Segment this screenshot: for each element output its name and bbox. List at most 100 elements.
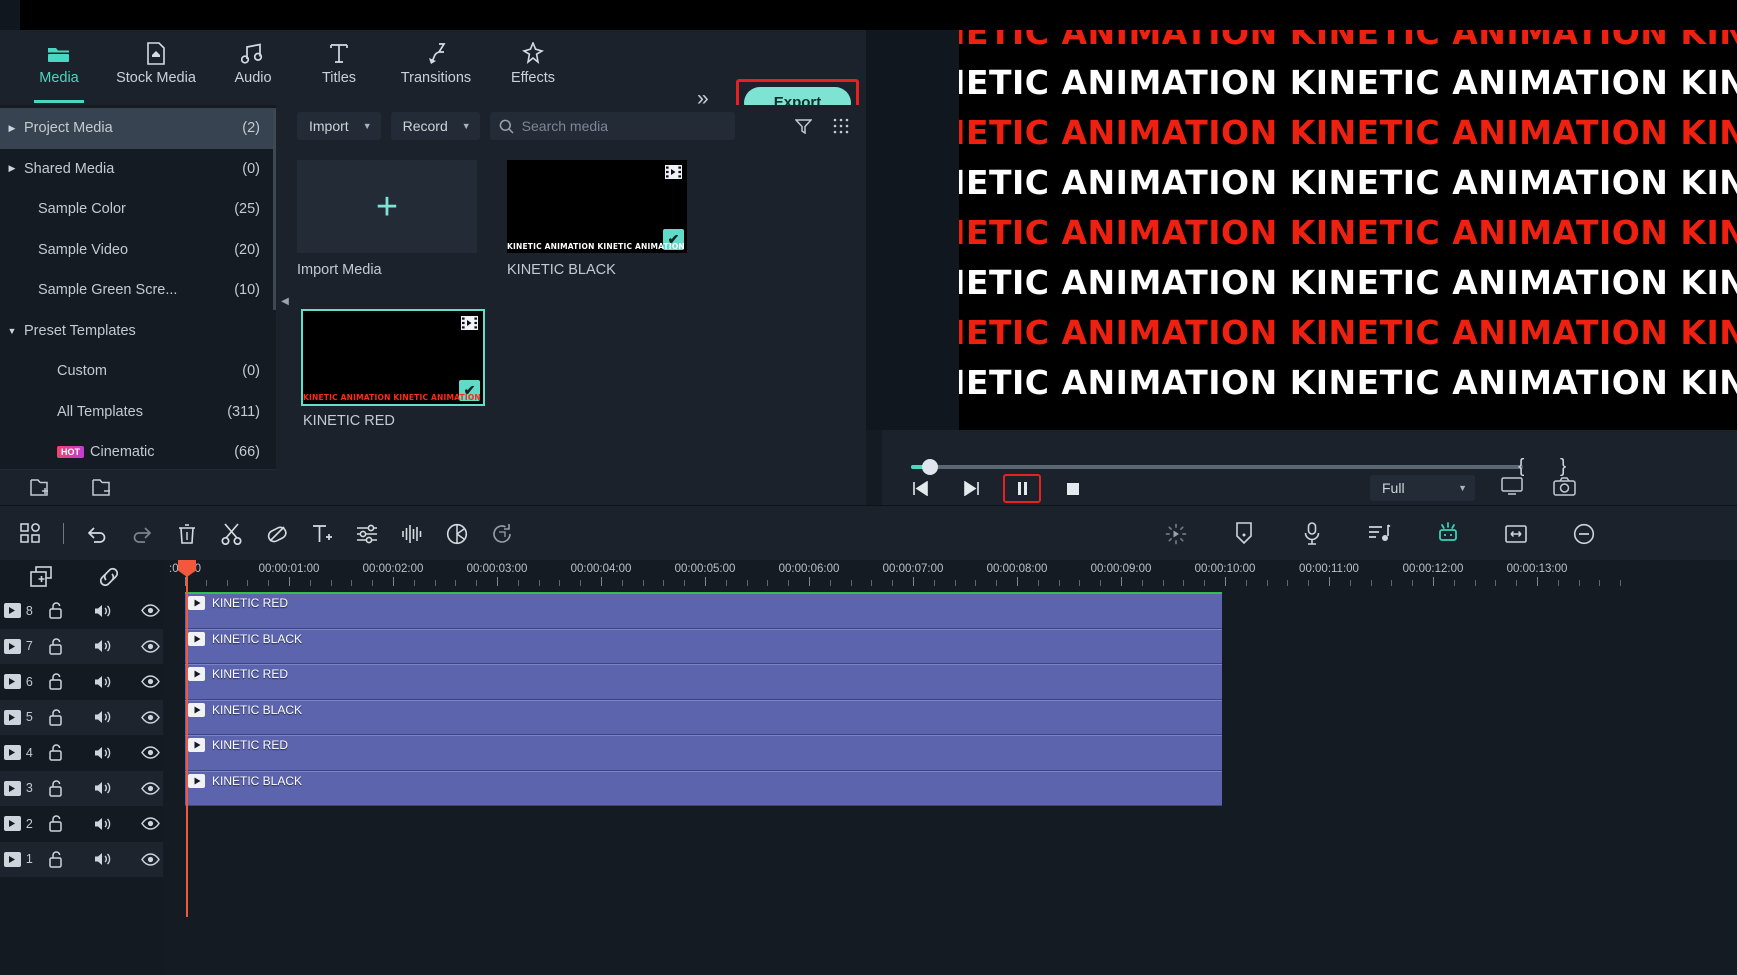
speaker-icon[interactable] [90,603,116,619]
timeline-ruler[interactable]: :00:0000:00:01:0000:00:02:0000:00:03:000… [163,560,1737,593]
marker-icon[interactable] [1223,513,1264,554]
track-lane[interactable]: KINETIC BLACK [163,628,1737,664]
collapse-panel-handle[interactable]: ◀ [279,288,291,314]
timeline-clip[interactable]: KINETIC BLACK [185,770,1222,806]
timeline-clip[interactable]: KINETIC BLACK [185,699,1222,735]
unlock-icon[interactable] [43,602,69,619]
next-frame-icon[interactable] [953,476,989,502]
pause-button[interactable] [1003,474,1041,503]
track-lane[interactable]: KINETIC BLACK [163,699,1737,735]
speaker-icon[interactable] [90,709,116,725]
grid-view-icon[interactable] [827,112,855,140]
sidebar-item-sample-video[interactable]: ▶Sample Video(20) [0,230,276,271]
search-media-input[interactable]: Search media [489,112,735,140]
audio-list-icon[interactable] [1359,513,1400,554]
nav-tab-audio[interactable]: Audio [210,30,296,100]
split-scissors-icon[interactable] [211,513,252,554]
audio-waveform-icon[interactable] [391,513,432,554]
track-lane[interactable] [163,806,1737,842]
speaker-icon[interactable] [90,851,116,867]
unlock-icon[interactable] [43,673,69,690]
new-folder-icon[interactable] [30,478,52,497]
auto-beat-sync-icon[interactable] [1427,513,1468,554]
sidebar-item-cinematic[interactable]: ▶HOTCinematic(66) [0,432,276,473]
redo-icon[interactable] [121,513,162,554]
voiceover-mic-icon[interactable] [1291,513,1332,554]
sidebar-item-custom[interactable]: ▶Custom(0) [0,351,276,392]
adjust-sliders-icon[interactable] [346,513,387,554]
timeline-clip[interactable]: KINETIC BLACK [185,628,1222,664]
speaker-icon[interactable] [90,674,116,690]
record-dropdown[interactable]: Record ▼ [390,112,480,140]
speed-ramp-icon[interactable] [481,513,522,554]
eye-icon[interactable] [137,746,163,760]
track-lane[interactable]: KINETIC BLACK [163,770,1737,806]
media-thumbnail[interactable]: ✔ KINETIC ANIMATION KINETIC ANIMATION [507,160,687,253]
template-grid-icon[interactable] [10,513,51,554]
sidebar-item-sample-green-scre[interactable]: ▶Sample Green Scre...(10) [0,270,276,311]
eye-icon[interactable] [137,675,163,689]
stop-button[interactable] [1055,476,1091,502]
zoom-out-icon[interactable] [1563,513,1604,554]
unlock-icon[interactable] [43,779,69,797]
sidebar-item-preset-templates[interactable]: ▼ Preset Templates [0,311,276,352]
add-text-icon[interactable] [301,513,342,554]
media-library-sidebar: ▶Project Media(2)▶Shared Media(0)▶Sample… [0,105,276,505]
track-lane[interactable]: KINETIC RED [163,735,1737,771]
eye-icon[interactable] [137,817,163,831]
resolution-dropdown[interactable]: Full ▼ [1370,475,1475,501]
preview-canvas[interactable]: KINETIC ANIMATION KINETIC ANIMATION KINE… [959,30,1737,430]
playback-progress-bar[interactable] [891,459,1737,475]
eye-icon[interactable] [137,781,163,795]
eye-icon[interactable] [137,710,163,724]
track-lane[interactable]: KINETIC RED [163,664,1737,700]
media-thumbnail[interactable]: ✔ KINETIC ANIMATION KINETIC ANIMATION [301,309,485,406]
previous-frame-icon[interactable] [902,476,938,502]
preview-text-line: KINETIC ANIMATION KINETIC ANIMATION KINE… [959,63,1737,102]
marker-tag-icon[interactable] [256,513,297,554]
undo-icon[interactable] [76,513,117,554]
nav-tab-titles[interactable]: Titles [296,30,382,100]
timeline-clip[interactable]: KINETIC RED [185,593,1222,629]
unlock-icon[interactable] [43,708,69,726]
eye-icon[interactable] [137,604,163,618]
add-track-icon[interactable] [30,565,53,588]
delete-icon[interactable] [166,513,207,554]
fit-timeline-icon[interactable] [1495,513,1536,554]
media-item[interactable]: ✔ KINETIC ANIMATION KINETIC ANIMATION KINE… [301,309,485,429]
timeline-clip[interactable]: KINETIC RED [185,664,1222,700]
unlock-icon[interactable] [43,850,69,868]
unlock-icon[interactable] [43,744,69,761]
sidebar-item-shared-media[interactable]: ▶ Shared Media (0) [0,149,276,190]
unlock-icon[interactable] [43,815,69,832]
eye-icon[interactable] [137,852,163,866]
camera-icon[interactable] [1546,473,1582,499]
unlock-icon[interactable] [43,637,69,655]
sidebar-item-project-media[interactable]: ▶ Project Media (2) [0,108,276,149]
link-icon[interactable] [97,566,121,588]
color-wheel-icon[interactable] [436,513,477,554]
filter-icon[interactable] [789,112,817,140]
nav-tab-effects[interactable]: Effects [490,30,576,100]
import-dropdown[interactable]: Import ▼ [297,112,381,140]
speaker-icon[interactable] [90,780,116,796]
nav-tab-media[interactable]: Media [16,30,102,103]
remove-folder-icon[interactable] [92,478,114,497]
sidebar-item-sample-color[interactable]: ▶Sample Color(25) [0,189,276,230]
speaker-icon[interactable] [90,816,116,832]
track-lane[interactable]: KINETIC RED [163,593,1737,629]
track-lane[interactable] [163,842,1737,878]
media-item[interactable]: ✔ KINETIC ANIMATION KINETIC ANIMATION KINE… [507,160,687,278]
eye-icon[interactable] [137,639,163,653]
monitor-icon[interactable] [1494,473,1530,499]
speaker-icon[interactable] [90,745,116,761]
nav-tab-transitions[interactable]: Transitions [382,30,490,100]
render-preview-icon[interactable] [1155,513,1196,554]
nav-tab-stock-media[interactable]: Stock Media [102,30,210,100]
import-media-tile[interactable]: + Import Media [297,160,477,278]
import-drop-area[interactable]: + [297,160,477,253]
speaker-icon[interactable] [90,638,116,654]
playhead[interactable] [178,560,196,917]
timeline-clip[interactable]: KINETIC RED [185,735,1222,771]
sidebar-item-all-templates[interactable]: ▶All Templates(311) [0,392,276,433]
